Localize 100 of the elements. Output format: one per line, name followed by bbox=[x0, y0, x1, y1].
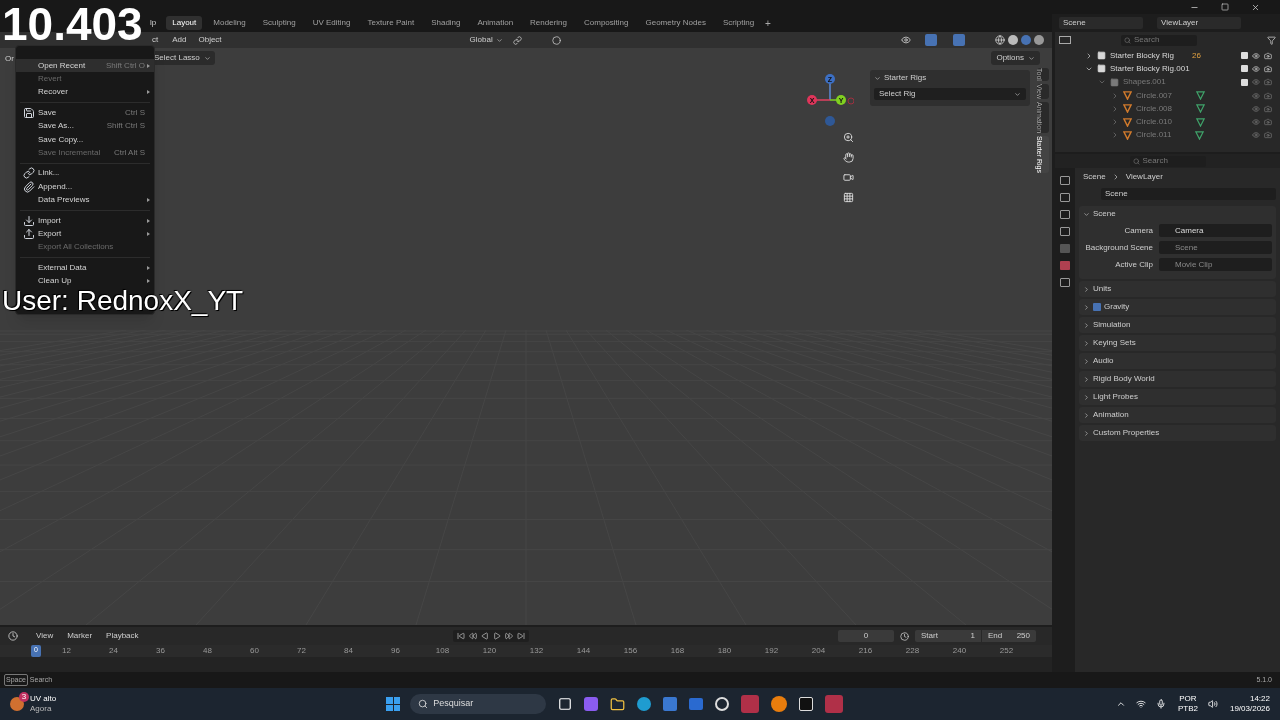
wireframe-shading-icon[interactable] bbox=[995, 35, 1005, 45]
menu-item[interactable]: Import bbox=[16, 213, 154, 228]
start-icon[interactable] bbox=[386, 697, 401, 711]
browser-icon[interactable] bbox=[637, 697, 652, 711]
weather-icon[interactable] bbox=[10, 697, 24, 711]
scene-field[interactable]: Scene bbox=[1101, 188, 1276, 200]
workspace-tab[interactable]: Rendering bbox=[524, 16, 573, 30]
display-mode-icon[interactable] bbox=[1059, 36, 1071, 44]
volume-icon[interactable] bbox=[1207, 699, 1218, 709]
timeline-menu[interactable]: View bbox=[36, 630, 54, 642]
widget-title[interactable]: UV alto bbox=[30, 694, 57, 704]
breadcrumb-item[interactable]: ViewLayer bbox=[1125, 171, 1163, 183]
overlay-toggle[interactable] bbox=[953, 34, 965, 46]
collapse-icon[interactable] bbox=[874, 74, 881, 82]
panel-title[interactable]: Starter Rigs bbox=[884, 72, 927, 84]
previous-keyframe-icon[interactable] bbox=[468, 632, 477, 640]
folder-icon[interactable] bbox=[610, 696, 626, 712]
network-icon[interactable] bbox=[1135, 699, 1146, 709]
end-frame-field[interactable]: End 250 bbox=[982, 630, 1036, 642]
next-keyframe-icon[interactable] bbox=[504, 632, 513, 640]
transport-controls[interactable] bbox=[452, 630, 529, 642]
menu-item[interactable]: Append... bbox=[16, 180, 154, 194]
microphone-icon[interactable] bbox=[1155, 699, 1166, 709]
collapsed-panel[interactable]: Custom Properties bbox=[1079, 425, 1276, 441]
clock-date[interactable]: 19/03/2026 bbox=[1229, 704, 1270, 714]
editor-type-icon[interactable] bbox=[8, 631, 18, 641]
header-menu[interactable]: Object bbox=[198, 34, 222, 46]
outliner-row[interactable]: Starter Blocky Rig 26 bbox=[1055, 49, 1280, 63]
collapsed-panel[interactable]: Simulation bbox=[1079, 317, 1276, 333]
timeline-menu[interactable]: Playback bbox=[106, 630, 139, 642]
clock-time[interactable]: 14:22 bbox=[1249, 694, 1270, 704]
breadcrumb-item[interactable]: Scene bbox=[1083, 171, 1106, 183]
workspace-tab[interactable]: Layout bbox=[166, 16, 203, 30]
language-label[interactable]: POR bbox=[1179, 694, 1197, 704]
field-value[interactable]: Movie Clip bbox=[1159, 258, 1272, 271]
menu-fragment[interactable]: ct bbox=[152, 34, 159, 46]
header-menu[interactable]: Add bbox=[172, 34, 187, 46]
include-checkbox[interactable] bbox=[1241, 65, 1248, 73]
workspace-tab[interactable]: Geometry Nodes bbox=[639, 16, 712, 30]
field-value[interactable]: Scene bbox=[1159, 241, 1272, 254]
workspace-tab[interactable]: Animation bbox=[471, 16, 520, 30]
menu-item[interactable]: Save Ctrl S bbox=[16, 106, 154, 120]
taskbar-search-field[interactable]: Pesquisar bbox=[410, 694, 547, 714]
options-dropdown[interactable]: Options bbox=[991, 51, 1040, 65]
camera-icon[interactable] bbox=[842, 171, 854, 183]
close-icon[interactable] bbox=[1251, 2, 1260, 12]
collapsed-panel[interactable]: Rigid Body World bbox=[1079, 371, 1276, 387]
gizmo-toggle[interactable] bbox=[925, 34, 937, 46]
outliner-row[interactable]: Starter Blocky Rig.001 bbox=[1055, 62, 1280, 76]
collapsed-panel[interactable]: Audio bbox=[1079, 353, 1276, 369]
collapsed-panel[interactable]: Units bbox=[1079, 281, 1276, 297]
solid-shading-icon[interactable] bbox=[1008, 35, 1018, 45]
proportional-edit-icon[interactable] bbox=[551, 35, 561, 45]
orientation-dropdown[interactable]: Global bbox=[469, 34, 503, 46]
visibility-icon[interactable] bbox=[1252, 64, 1260, 73]
panel-header[interactable]: Scene bbox=[1079, 206, 1276, 222]
menu-item[interactable]: Link... bbox=[16, 166, 154, 181]
jump-start-icon[interactable] bbox=[456, 632, 465, 640]
app-icon[interactable] bbox=[799, 697, 814, 711]
workspace-tab[interactable]: Scripting bbox=[716, 16, 761, 30]
mail-icon[interactable] bbox=[689, 698, 704, 710]
collapsed-panel[interactable]: Keying Sets bbox=[1079, 335, 1276, 351]
grid-icon[interactable] bbox=[842, 191, 854, 203]
jump-end-icon[interactable] bbox=[516, 632, 525, 640]
start-frame-field[interactable]: Start 1 bbox=[915, 630, 981, 642]
field-value[interactable]: Camera bbox=[1159, 224, 1272, 237]
collapsed-panel[interactable]: Light Probes bbox=[1079, 389, 1276, 405]
workspace-tab[interactable]: Modeling bbox=[207, 16, 252, 30]
menu-fragment[interactable]: lp bbox=[150, 17, 157, 29]
workspace-tab[interactable]: Compositing bbox=[578, 16, 635, 30]
add-workspace-button[interactable]: + bbox=[765, 15, 771, 31]
play-icon[interactable] bbox=[492, 632, 501, 640]
filter-icon[interactable] bbox=[1267, 35, 1276, 45]
outliner-search-field[interactable]: Search bbox=[1121, 34, 1197, 46]
workspace-tab[interactable]: Texture Paint bbox=[361, 16, 421, 30]
play-reverse-icon[interactable] bbox=[480, 632, 489, 640]
menu-item[interactable]: Recover bbox=[16, 85, 154, 100]
workspace-tab[interactable]: Sculpting bbox=[256, 16, 302, 30]
keyboard-layout-label[interactable]: PTB2 bbox=[1177, 704, 1198, 714]
current-frame-field[interactable]: 0 bbox=[838, 630, 894, 642]
properties-search-field[interactable]: Search bbox=[1129, 155, 1206, 167]
mode-fragment[interactable]: Or bbox=[5, 53, 14, 65]
rendered-shading-icon[interactable] bbox=[1034, 35, 1044, 45]
collapsed-panel[interactable]: Animation bbox=[1079, 407, 1276, 423]
menu-item[interactable]: Save Copy... bbox=[16, 132, 154, 147]
zoom-icon[interactable] bbox=[842, 131, 854, 143]
timeline-track[interactable] bbox=[0, 657, 1052, 672]
workspace-tab[interactable]: UV Editing bbox=[306, 16, 357, 30]
include-checkbox[interactable] bbox=[1241, 78, 1248, 86]
gravity-checkbox[interactable] bbox=[1093, 303, 1101, 311]
menu-item[interactable]: External Data bbox=[16, 261, 154, 275]
include-checkbox[interactable] bbox=[1241, 52, 1248, 60]
menu-item[interactable]: Export bbox=[16, 227, 154, 241]
collapsed-panel[interactable]: Gravity bbox=[1079, 299, 1276, 315]
task-view-icon[interactable] bbox=[558, 697, 573, 711]
outliner-row[interactable]: Shapes.001 bbox=[1055, 75, 1280, 89]
menu-item[interactable]: Clean Up bbox=[16, 274, 154, 288]
menu-item[interactable]: Save As... Shift Ctrl S bbox=[16, 119, 154, 133]
view-layer-selector[interactable]: ViewLayer bbox=[1157, 17, 1241, 29]
menu-item[interactable]: Data Previews bbox=[16, 193, 154, 207]
